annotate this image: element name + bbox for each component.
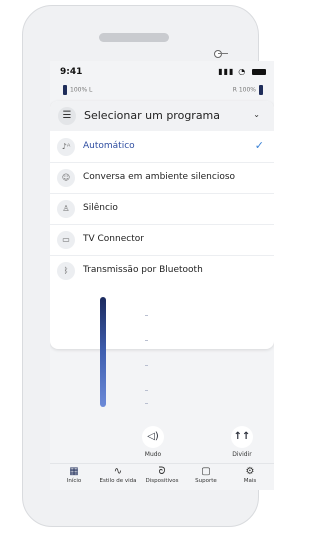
activity-icon: ∿ bbox=[113, 466, 123, 477]
chat-icon: ▢ bbox=[201, 466, 211, 477]
list-icon[interactable]: ☰ bbox=[58, 107, 76, 125]
status-time: 9:41 bbox=[60, 67, 83, 77]
annotation-pointer-dot bbox=[214, 50, 222, 58]
tab-label: Início bbox=[66, 478, 82, 484]
hearing-aid-icon: ᘐ bbox=[158, 466, 166, 477]
program-item-automatic[interactable]: ♪ᴬ Automático ✓ bbox=[50, 132, 274, 163]
tab-label: Estilo de vida bbox=[99, 478, 137, 484]
bluetooth-icon: ᛒ bbox=[57, 262, 75, 280]
tv-icon: ▭ bbox=[57, 231, 75, 249]
right-aid-label: R 100% bbox=[232, 86, 256, 94]
program-item-label: Conversa em ambiente silencioso bbox=[83, 172, 236, 182]
right-battery-icon bbox=[259, 85, 263, 95]
program-selector-panel: ☰ Selecionar um programa ⌄ ♪ᴬ Automático… bbox=[50, 101, 274, 349]
mute-label: Mudo bbox=[144, 451, 162, 458]
program-selector-title: Selecionar um programa bbox=[84, 109, 221, 122]
status-bar: 9:41 ▮▮▮ ◔ bbox=[60, 67, 266, 81]
gear-icon: ⚙ bbox=[245, 466, 255, 477]
tab-home[interactable]: ▦ Início bbox=[52, 466, 96, 484]
left-aid-status: 100% L bbox=[60, 85, 92, 95]
tab-devices[interactable]: ᘐ Dispositivos bbox=[140, 466, 184, 484]
chevron-down-icon[interactable]: ⌄ bbox=[253, 110, 260, 119]
program-item-silence[interactable]: ♙ Silêncio bbox=[50, 194, 274, 225]
split-icon: ↑↑ bbox=[233, 431, 251, 442]
wifi-icon: ◔ bbox=[238, 67, 247, 76]
program-item-label: TV Connector bbox=[83, 234, 144, 244]
app-screen: 9:41 ▮▮▮ ◔ 100% L R 100% ☰ Selecionar um… bbox=[50, 61, 274, 463]
slider-tick bbox=[145, 315, 148, 316]
split-label: Dividir bbox=[232, 451, 252, 458]
right-aid-status: R 100% bbox=[233, 85, 266, 95]
home-grid-icon: ▦ bbox=[69, 466, 79, 477]
automatic-program-icon: ♪ᴬ bbox=[57, 138, 75, 156]
tab-more[interactable]: ⚙ Mais bbox=[228, 466, 272, 484]
annotation-pointer-line bbox=[218, 53, 228, 54]
program-item-tv-connector[interactable]: ▭ TV Connector bbox=[50, 225, 274, 256]
person-silence-icon: ♙ bbox=[57, 200, 75, 218]
conversation-icon: ☺ bbox=[57, 169, 75, 187]
left-battery-icon bbox=[63, 85, 67, 95]
speaker-mute-icon: ◁) bbox=[147, 431, 159, 442]
slider-tick bbox=[145, 365, 148, 366]
bottom-tab-bar: ▦ Início ∿ Estilo de vida ᘐ Dispositivos… bbox=[50, 463, 274, 490]
left-aid-label: 100% L bbox=[70, 86, 93, 94]
volume-slider[interactable] bbox=[100, 297, 106, 407]
hearing-aid-status: 100% L R 100% bbox=[60, 83, 266, 97]
tab-label: Dispositivos bbox=[145, 478, 179, 484]
program-item-label: Automático bbox=[83, 141, 135, 151]
phone-speaker bbox=[99, 33, 169, 42]
tab-label: Mais bbox=[243, 478, 257, 484]
status-icons: ▮▮▮ ◔ bbox=[218, 67, 266, 76]
program-item-label: Silêncio bbox=[83, 203, 118, 213]
program-selector-header[interactable]: ☰ Selecionar um programa ⌄ bbox=[50, 101, 274, 131]
mute-button[interactable]: ◁) bbox=[142, 426, 164, 448]
tab-support[interactable]: ▢ Suporte bbox=[184, 466, 228, 484]
signal-icon: ▮▮▮ bbox=[218, 67, 235, 76]
battery-icon bbox=[252, 68, 266, 75]
program-item-bluetooth[interactable]: ᛒ Transmissão por Bluetooth bbox=[50, 256, 274, 286]
tab-lifestyle[interactable]: ∿ Estilo de vida bbox=[96, 466, 140, 484]
tab-label: Suporte bbox=[195, 478, 217, 484]
slider-tick bbox=[145, 340, 148, 341]
program-item-label: Transmissão por Bluetooth bbox=[83, 265, 203, 275]
check-icon: ✓ bbox=[254, 139, 264, 152]
program-item-quiet-conversation[interactable]: ☺ Conversa em ambiente silencioso bbox=[50, 163, 274, 194]
slider-tick bbox=[145, 390, 148, 391]
slider-tick bbox=[145, 403, 148, 404]
split-button[interactable]: ↑↑ bbox=[231, 426, 253, 448]
